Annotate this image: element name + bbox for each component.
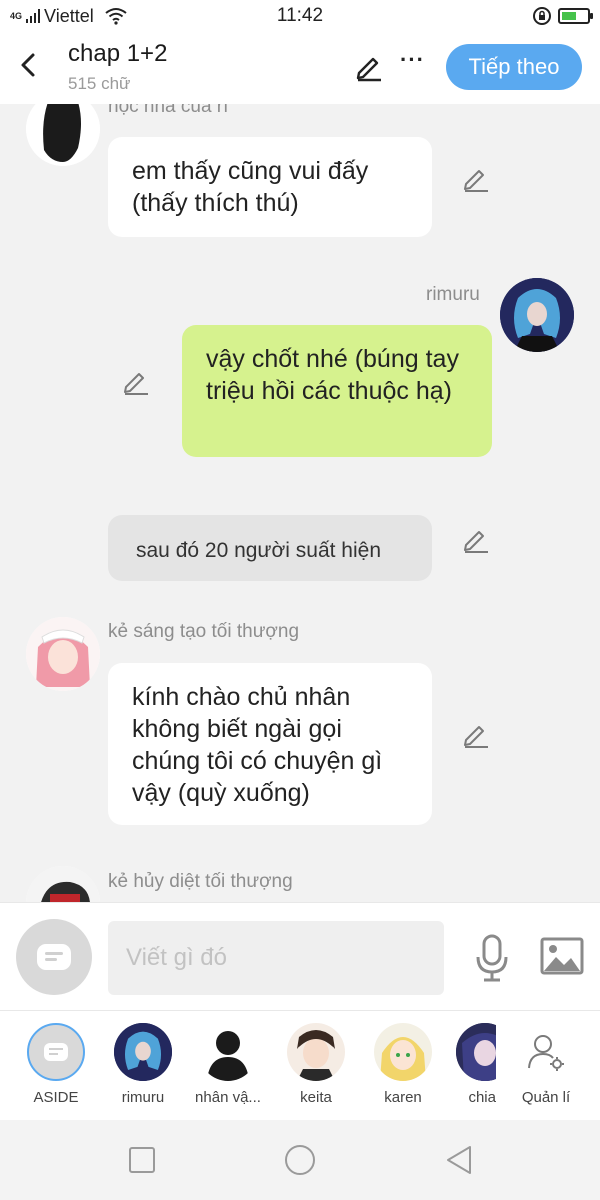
message-composer [0, 902, 600, 1010]
message-bubble[interactable]: vậy chốt nhé (búng tay triệu hồi các thu… [182, 325, 492, 457]
back-nav-icon[interactable] [444, 1144, 476, 1176]
edit-message-icon[interactable] [462, 526, 490, 554]
rimuru-avatar [114, 1023, 172, 1081]
system-nav-bar [0, 1120, 600, 1200]
rimuru-avatar [500, 278, 574, 352]
back-icon[interactable] [14, 50, 44, 80]
aside-bubble[interactable]: sau đó 20 người suất hiện [108, 515, 432, 581]
home-icon[interactable] [284, 1144, 316, 1176]
character-name: ASIDE [33, 1089, 79, 1106]
rimuru-avatar-art [114, 1023, 172, 1081]
avatar-ke-huy-diet[interactable] [26, 866, 100, 902]
sender-name: rimuru [426, 284, 480, 305]
sender-name: hộc nha của rí [108, 104, 229, 117]
edit-message-icon[interactable] [462, 165, 490, 193]
message-bubble[interactable]: em thấy cũng vui đấy (thấy thích thú) [108, 137, 432, 237]
message-icon [37, 944, 71, 970]
character-name: chia [468, 1089, 496, 1106]
edit-message-icon[interactable] [462, 721, 490, 749]
edit-message-icon[interactable] [122, 368, 150, 396]
character-name: rimuru [121, 1089, 165, 1106]
chapter-title: chap 1+2 [68, 40, 168, 67]
sender-name: kẻ sáng tạo tối thượng [108, 621, 300, 642]
avatar-hoc-nha[interactable] [26, 104, 100, 166]
next-button[interactable]: Tiếp theo [446, 44, 582, 90]
character-keita[interactable]: keita [276, 1023, 356, 1106]
character-rimuru[interactable]: rimuru [103, 1023, 183, 1106]
karen-avatar [374, 1023, 432, 1081]
manage-user-icon [517, 1023, 575, 1081]
character-name: karen [384, 1089, 422, 1106]
avatar-ke-sang-tao[interactable] [26, 617, 100, 691]
character-karen[interactable]: karen [363, 1023, 443, 1106]
character-bar[interactable]: ASIDE rimuru nhân vậ... keita karen chia… [0, 1010, 600, 1120]
keita-avatar [287, 1023, 345, 1081]
chia-avatar-art [456, 1023, 496, 1081]
title-block: chap 1+2 515 chữ [68, 40, 167, 94]
karen-avatar-art [380, 1037, 426, 1081]
battery-icon [558, 8, 593, 24]
silhouette-avatar [199, 1023, 257, 1081]
character-nhan-vat[interactable]: nhân vậ... [188, 1023, 268, 1106]
pen-icon[interactable] [354, 52, 384, 82]
character-chia[interactable]: chia [452, 1023, 496, 1106]
character-name: Quản lí [521, 1089, 571, 1106]
robot-avatar [26, 866, 100, 902]
chat-area[interactable]: hộc nha của rí em thấy cũng vui đấy (thấ… [0, 104, 600, 902]
keita-avatar-art [297, 1030, 335, 1081]
message-input[interactable] [108, 921, 444, 995]
user-settings-icon [528, 1035, 564, 1071]
microphone-icon[interactable] [472, 933, 512, 983]
manage-characters-button[interactable]: Quản lí [506, 1023, 586, 1106]
aside-icon [27, 1023, 85, 1081]
character-name: keita [300, 1089, 332, 1106]
avatar-rimuru[interactable] [500, 278, 574, 352]
status-bar: 4G Viettel 11:42 [0, 0, 600, 32]
message-icon [44, 1043, 68, 1061]
chapter-header: chap 1+2 515 chữ ··· Tiếp theo [0, 32, 600, 104]
recent-apps-icon[interactable] [126, 1144, 158, 1176]
more-options-icon[interactable]: ··· [400, 49, 426, 80]
chia-avatar [456, 1023, 496, 1081]
status-time: 11:42 [276, 5, 324, 26]
word-count: 515 chữ [68, 74, 131, 93]
silhouette-avatar [26, 104, 100, 166]
character-name: nhân vậ... [195, 1089, 261, 1106]
character-aside[interactable]: ASIDE [16, 1023, 96, 1106]
person-silhouette-icon [207, 1031, 249, 1081]
image-icon[interactable] [540, 937, 584, 977]
sender-name: kẻ hủy diệt tối thượng [108, 871, 293, 892]
message-bubble[interactable]: kính chào chủ nhân không biết ngài gọi c… [108, 663, 432, 825]
aside-toggle-button[interactable] [16, 919, 92, 995]
pink-hair-avatar [26, 617, 100, 691]
